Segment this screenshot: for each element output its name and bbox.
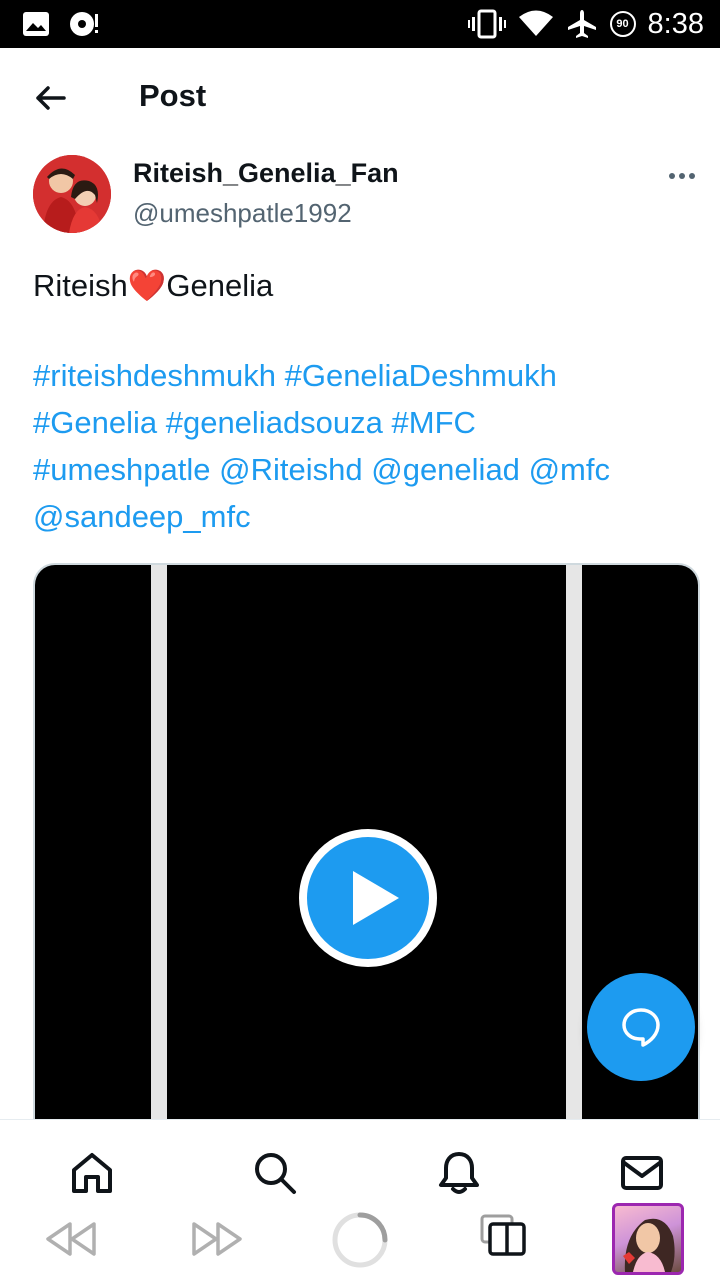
avatar-image bbox=[33, 155, 111, 233]
messages-icon[interactable] bbox=[619, 1150, 665, 1196]
status-time: 8:38 bbox=[647, 7, 704, 40]
search-icon[interactable] bbox=[252, 1150, 298, 1196]
hashtag-link[interactable]: #MFC bbox=[392, 405, 476, 440]
post-text: Riteish❤️Genelia bbox=[33, 262, 693, 309]
hashtag-link[interactable]: #riteishdeshmukh bbox=[33, 358, 276, 393]
status-right-icons: 90 8:38 bbox=[467, 6, 704, 42]
play-icon bbox=[353, 871, 399, 925]
video-frame-divider bbox=[566, 565, 582, 1143]
hashtag-link[interactable]: #Genelia bbox=[33, 405, 157, 440]
mention-link[interactable]: @sandeep_mfc bbox=[33, 499, 251, 534]
hashtag-link[interactable]: #umeshpatle bbox=[33, 452, 211, 487]
battery-saver-icon: 90 bbox=[609, 11, 636, 37]
more-options-icon[interactable] bbox=[666, 164, 698, 188]
reply-bubble-icon bbox=[622, 1008, 660, 1047]
rewind-icon[interactable] bbox=[44, 1220, 98, 1258]
notifications-icon[interactable] bbox=[436, 1150, 482, 1196]
airplane-icon bbox=[567, 10, 596, 38]
mention-link[interactable]: @geneliad bbox=[371, 452, 520, 487]
home-icon[interactable] bbox=[69, 1150, 115, 1196]
fast-forward-icon[interactable] bbox=[190, 1220, 244, 1258]
play-button[interactable] bbox=[299, 829, 437, 967]
post-header: Post bbox=[0, 48, 720, 148]
tabs-icon[interactable] bbox=[480, 1214, 528, 1256]
browser-toolbar bbox=[0, 1200, 720, 1280]
heart-emoji: ❤️ bbox=[127, 268, 167, 303]
arrow-left-icon[interactable] bbox=[32, 80, 68, 116]
video-frame-divider bbox=[151, 565, 167, 1143]
profile-thumbnail[interactable] bbox=[612, 1203, 684, 1275]
post-text-end: Genelia bbox=[166, 268, 274, 303]
author-handle[interactable]: @umeshpatle1992 bbox=[133, 198, 352, 229]
hashtag-link[interactable]: #geneliadsouza bbox=[166, 405, 383, 440]
mention-link[interactable]: @mfc bbox=[529, 452, 610, 487]
reply-fab-button[interactable] bbox=[587, 973, 695, 1081]
post-hashtags: #riteishdeshmukh #GeneliaDeshmukh #Genel… bbox=[33, 352, 693, 540]
page-title: Post bbox=[139, 78, 207, 113]
status-bar: 90 8:38 bbox=[0, 0, 720, 48]
loading-icon[interactable] bbox=[330, 1210, 390, 1270]
status-left-icons bbox=[22, 10, 102, 38]
post-text-start: Riteish bbox=[33, 268, 128, 303]
media-icon bbox=[70, 12, 98, 36]
author-display-name[interactable]: Riteish_Genelia_Fan bbox=[133, 158, 399, 189]
image-icon bbox=[23, 12, 49, 36]
mention-link[interactable]: @Riteishd bbox=[219, 452, 362, 487]
avatar[interactable] bbox=[33, 155, 111, 233]
vibrate-icon bbox=[467, 9, 506, 39]
profile-thumbnail-image bbox=[623, 1218, 675, 1272]
wifi-icon bbox=[518, 10, 553, 36]
hashtag-link[interactable]: #GeneliaDeshmukh bbox=[285, 358, 557, 393]
